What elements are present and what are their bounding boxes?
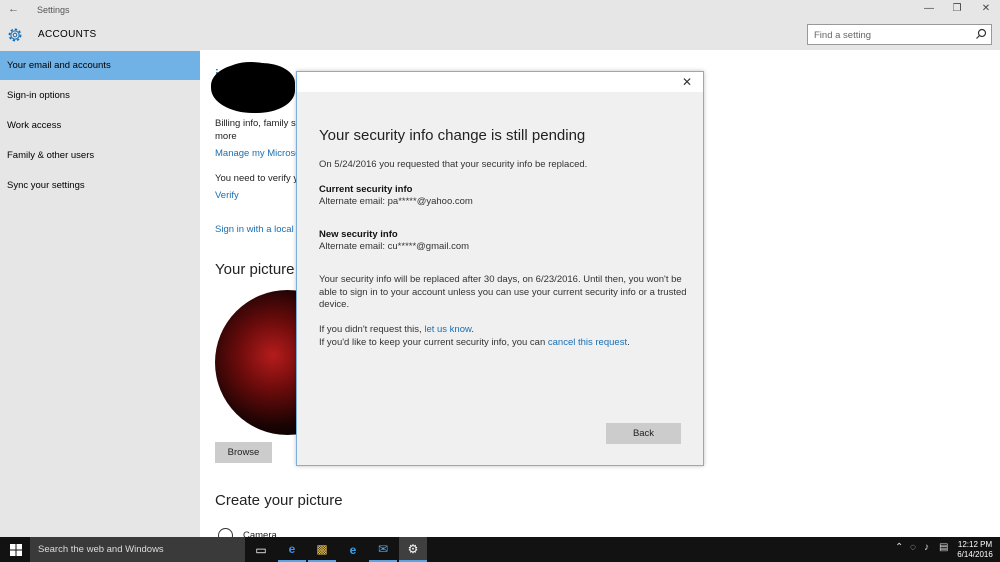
new-info-heading: New security info [319, 229, 398, 240]
sidebar-item-email-accounts[interactable]: Your email and accounts [0, 51, 200, 80]
search-icon[interactable] [975, 28, 987, 40]
keep-info-prefix: If you'd like to keep your current secur… [319, 337, 548, 348]
picture-heading: Your picture [215, 261, 295, 278]
taskbar-search-box[interactable]: Search the web and Windows [30, 537, 245, 562]
restore-button[interactable]: ❐ [950, 3, 964, 14]
current-info-heading: Current security info [319, 184, 413, 195]
volume-icon[interactable]: ♪ [924, 542, 929, 553]
sidebar-item-work-access[interactable]: Work access [0, 111, 200, 140]
manage-account-link[interactable]: Manage my Microso [215, 148, 301, 159]
wifi-icon[interactable]: ◌ [910, 542, 916, 553]
dialog-close-icon[interactable]: ✕ [682, 75, 692, 89]
settings-header: ACCOUNTS [0, 20, 1000, 50]
let-us-know-link[interactable]: let us know [424, 324, 471, 335]
settings-taskbar-icon[interactable]: ⚙ [399, 537, 427, 562]
back-arrow-icon[interactable]: ← [8, 3, 19, 15]
security-pending-dialog: ✕ Your security info change is still pen… [296, 71, 704, 466]
keep-info-text: If you'd like to keep your current secur… [319, 337, 689, 350]
show-hidden-icons-icon[interactable]: ⌃ [895, 542, 903, 553]
sidebar: Your email and accounts Sign-in options … [0, 50, 200, 537]
sidebar-item-family-users[interactable]: Family & other users [0, 141, 200, 170]
back-button[interactable]: Back [606, 423, 681, 444]
mail-app-icon[interactable]: ✉ [369, 537, 397, 562]
clock-time: 12:12 PM [957, 540, 993, 549]
taskbar: Search the web and Windows ▭ e ▩ e ✉ ⚙ ⌃… [0, 537, 1000, 562]
internet-explorer-icon[interactable]: e [339, 537, 367, 562]
window-title: Settings [37, 5, 70, 15]
billing-more-text: more [215, 131, 237, 142]
camera-icon[interactable] [218, 528, 233, 537]
page-title: ACCOUNTS [38, 29, 97, 40]
verify-text: You need to verify y [215, 173, 299, 184]
browse-button[interactable]: Browse [215, 442, 272, 463]
search-input[interactable] [814, 26, 969, 45]
dialog-title-bar: ✕ [297, 72, 703, 92]
new-info-value: Alternate email: cu*****@gmail.com [319, 241, 470, 252]
search-box[interactable] [807, 24, 992, 45]
close-button[interactable]: ✕ [979, 3, 993, 14]
not-requested-text: If you didn't request this, let us know. [319, 324, 689, 337]
clock-date: 6/14/2016 [957, 550, 993, 559]
minimize-button[interactable]: — [922, 3, 936, 14]
explanation-text: Your security info will be replaced afte… [319, 274, 687, 310]
gear-icon [8, 28, 22, 42]
camera-label[interactable]: Camera [243, 529, 277, 537]
sidebar-item-sync-settings[interactable]: Sync your settings [0, 171, 200, 200]
request-date-text: On 5/24/2016 you requested that your sec… [319, 159, 588, 170]
create-picture-heading: Create your picture [215, 492, 343, 509]
title-bar: ← Settings — ❐ ✕ [0, 0, 1000, 20]
local-account-link[interactable]: Sign in with a local a [215, 224, 302, 235]
file-explorer-icon[interactable]: ▩ [308, 537, 336, 562]
redaction-mark [227, 62, 275, 80]
billing-text: Billing info, family se [215, 118, 302, 129]
not-requested-prefix: If you didn't request this, [319, 324, 425, 335]
sidebar-item-sign-in-options[interactable]: Sign-in options [0, 81, 200, 110]
edge-browser-icon[interactable]: e [278, 537, 306, 562]
verify-link[interactable]: Verify [215, 190, 239, 201]
task-view-icon[interactable]: ▭ [247, 537, 275, 562]
current-info-value: Alternate email: pa*****@yahoo.com [319, 196, 473, 207]
notifications-icon[interactable]: ▤ [939, 542, 948, 553]
not-requested-suffix: . [471, 324, 474, 335]
taskbar-clock[interactable]: 12:12 PM 6/14/2016 [952, 540, 998, 560]
cancel-request-link[interactable]: cancel this request [548, 337, 627, 348]
windows-start-icon[interactable] [10, 544, 22, 556]
keep-info-suffix: . [627, 337, 630, 348]
dialog-title: Your security info change is still pendi… [319, 127, 586, 144]
